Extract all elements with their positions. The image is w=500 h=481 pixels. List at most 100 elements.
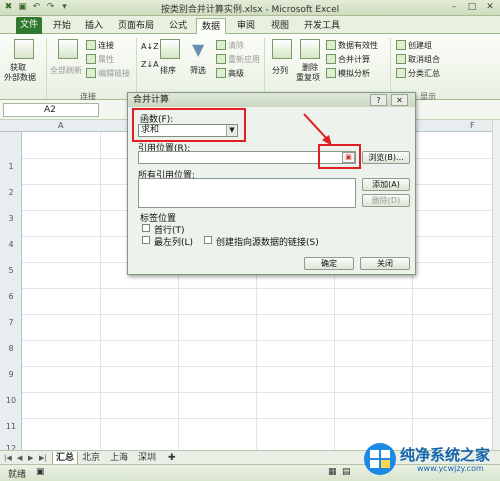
minimize-button[interactable]: – bbox=[446, 1, 462, 13]
consolidate-dialog: 合并计算 ? ✕ 函数(F): 求和 ▼ 引用位置(R): ▣ 浏览(B)...… bbox=[127, 92, 416, 275]
tab-developer[interactable]: 开发工具 bbox=[300, 18, 344, 34]
tab-review[interactable]: 审阅 bbox=[232, 18, 260, 34]
tab-data[interactable]: 数据 bbox=[196, 18, 226, 34]
row-header-item[interactable]: 4 bbox=[0, 240, 22, 249]
group-button[interactable]: 创建组 bbox=[396, 40, 432, 51]
properties-button[interactable]: 属性 bbox=[86, 54, 114, 65]
refresh-all-icon[interactable] bbox=[58, 39, 78, 59]
row-header-item[interactable]: 9 bbox=[0, 370, 22, 379]
insert-sheet-icon[interactable]: ✚ bbox=[168, 452, 176, 464]
reapply-icon bbox=[216, 54, 226, 64]
add-button[interactable]: 添加(A) bbox=[362, 178, 410, 191]
consolidate-button[interactable]: 合并计算 bbox=[326, 54, 370, 65]
data-validation-icon bbox=[326, 40, 336, 50]
close-dialog-button[interactable]: 关闭 bbox=[360, 257, 410, 270]
ribbon-separator bbox=[136, 38, 137, 98]
grid-line bbox=[22, 340, 494, 341]
subtotal-icon bbox=[396, 68, 406, 78]
status-ready: 就绪 bbox=[8, 470, 27, 480]
tab-insert[interactable]: 插入 bbox=[80, 18, 108, 34]
sort-button[interactable]: 排序 bbox=[160, 65, 176, 76]
ungroup-button[interactable]: 取消组合 bbox=[396, 54, 440, 65]
column-header-a[interactable]: A bbox=[58, 120, 63, 132]
row-header-item[interactable]: 5 bbox=[0, 266, 22, 275]
filter-button[interactable]: 筛选 bbox=[190, 65, 206, 76]
grid-line bbox=[22, 314, 494, 315]
grid-line bbox=[100, 132, 101, 450]
dialog-close-icon[interactable]: ✕ bbox=[391, 94, 408, 106]
advanced-button[interactable]: 高级 bbox=[216, 68, 244, 79]
watermark: 纯净系统之家 www.ycwjzy.com bbox=[363, 440, 495, 478]
text-to-columns-button[interactable]: 分列 bbox=[272, 65, 288, 76]
browse-button[interactable]: 浏览(B)... bbox=[362, 151, 410, 164]
row-header: 1 2 3 4 5 6 7 8 9 10 11 12 bbox=[0, 132, 22, 453]
tab-file[interactable]: 文件 bbox=[16, 17, 42, 34]
ungroup-icon bbox=[396, 54, 406, 64]
watermark-logo-icon bbox=[364, 443, 396, 475]
sheet-nav-last-icon[interactable]: ▶| bbox=[39, 452, 47, 464]
row-header-item[interactable]: 6 bbox=[0, 292, 22, 301]
annotation-arrow-icon bbox=[303, 113, 332, 146]
name-box[interactable]: A2 bbox=[3, 103, 99, 117]
grid-line bbox=[22, 418, 494, 419]
tab-view[interactable]: 视图 bbox=[266, 18, 294, 34]
connections-button[interactable]: 连接 bbox=[86, 40, 114, 51]
all-references-list[interactable] bbox=[138, 178, 356, 208]
delete-button[interactable]: 删除(D) bbox=[362, 194, 410, 207]
function-highlight-box bbox=[132, 108, 246, 142]
close-button[interactable]: ✕ bbox=[482, 1, 498, 13]
row-header-item[interactable]: 2 bbox=[0, 188, 22, 197]
remove-duplicates-label-2[interactable]: 重复项 bbox=[296, 72, 320, 83]
sheet-nav-prev-icon[interactable]: ◀ bbox=[17, 452, 22, 464]
tab-page-layout[interactable]: 页面布局 bbox=[114, 18, 158, 34]
left-column-checkbox[interactable] bbox=[142, 236, 150, 244]
tab-formulas[interactable]: 公式 bbox=[164, 18, 192, 34]
dialog-help-button[interactable]: ? bbox=[370, 94, 387, 106]
row-header-item[interactable]: 7 bbox=[0, 318, 22, 327]
ok-button[interactable]: 确定 bbox=[304, 257, 354, 270]
sheet-tab-beijing[interactable]: 北京 bbox=[82, 452, 100, 464]
column-header-f[interactable]: F bbox=[470, 120, 475, 132]
ribbon: 获取 外部数据 全部刷新 连接 属性 编辑链接 连接 A↓Z Z↓A 排序 ▼ … bbox=[0, 34, 500, 101]
filter-icon[interactable]: ▼ bbox=[192, 40, 204, 59]
row-header-item[interactable]: 1 bbox=[0, 162, 22, 171]
row-header-item[interactable]: 8 bbox=[0, 344, 22, 353]
tab-home[interactable]: 开始 bbox=[48, 18, 76, 34]
subtotal-button[interactable]: 分类汇总 bbox=[396, 68, 440, 79]
reapply-button[interactable]: 重新应用 bbox=[216, 54, 260, 65]
sheet-tab-shenzhen[interactable]: 深圳 bbox=[138, 452, 156, 464]
sort-za-icon[interactable]: Z↓A bbox=[141, 60, 159, 69]
grid-line bbox=[22, 288, 494, 289]
maximize-button[interactable]: □ bbox=[464, 1, 480, 13]
row-header-item[interactable]: 3 bbox=[0, 214, 22, 223]
sheet-tab-shanghai[interactable]: 上海 bbox=[110, 452, 128, 464]
ribbon-separator bbox=[46, 38, 47, 98]
get-external-data-icon[interactable] bbox=[14, 39, 34, 59]
page-layout-view-icon[interactable]: ▤ bbox=[342, 467, 351, 477]
row-header-item[interactable]: 11 bbox=[0, 422, 22, 431]
ribbon-separator bbox=[264, 38, 265, 98]
link-source-checkbox[interactable] bbox=[204, 236, 212, 244]
sort-icon[interactable] bbox=[160, 39, 180, 59]
advanced-icon bbox=[216, 68, 226, 78]
remove-duplicates-icon[interactable] bbox=[300, 39, 320, 59]
text-to-columns-icon[interactable] bbox=[272, 39, 292, 59]
clear-button[interactable]: 清除 bbox=[216, 40, 244, 51]
what-if-button[interactable]: 模拟分析 bbox=[326, 68, 370, 79]
connections-icon bbox=[86, 40, 96, 50]
sheet-nav-next-icon[interactable]: ▶ bbox=[28, 452, 33, 464]
top-row-checkbox[interactable] bbox=[142, 224, 150, 232]
row-header-item[interactable]: 10 bbox=[0, 396, 22, 405]
grid-line bbox=[22, 366, 494, 367]
vertical-scrollbar[interactable] bbox=[492, 120, 500, 450]
macro-record-icon[interactable]: ▣ bbox=[36, 467, 45, 477]
ribbon-separator bbox=[390, 38, 391, 98]
sort-az-icon[interactable]: A↓Z bbox=[141, 42, 159, 51]
link-source-label: 创建指向源数据的链接(S) bbox=[216, 238, 319, 248]
data-validation-button[interactable]: 数据有效性 bbox=[326, 40, 378, 51]
normal-view-icon[interactable]: ▦ bbox=[328, 467, 337, 477]
clear-icon bbox=[216, 40, 226, 50]
edit-links-button[interactable]: 编辑链接 bbox=[86, 68, 130, 79]
refresh-all-label[interactable]: 全部刷新 bbox=[50, 65, 82, 76]
sheet-nav-first-icon[interactable]: |◀ bbox=[4, 452, 12, 464]
